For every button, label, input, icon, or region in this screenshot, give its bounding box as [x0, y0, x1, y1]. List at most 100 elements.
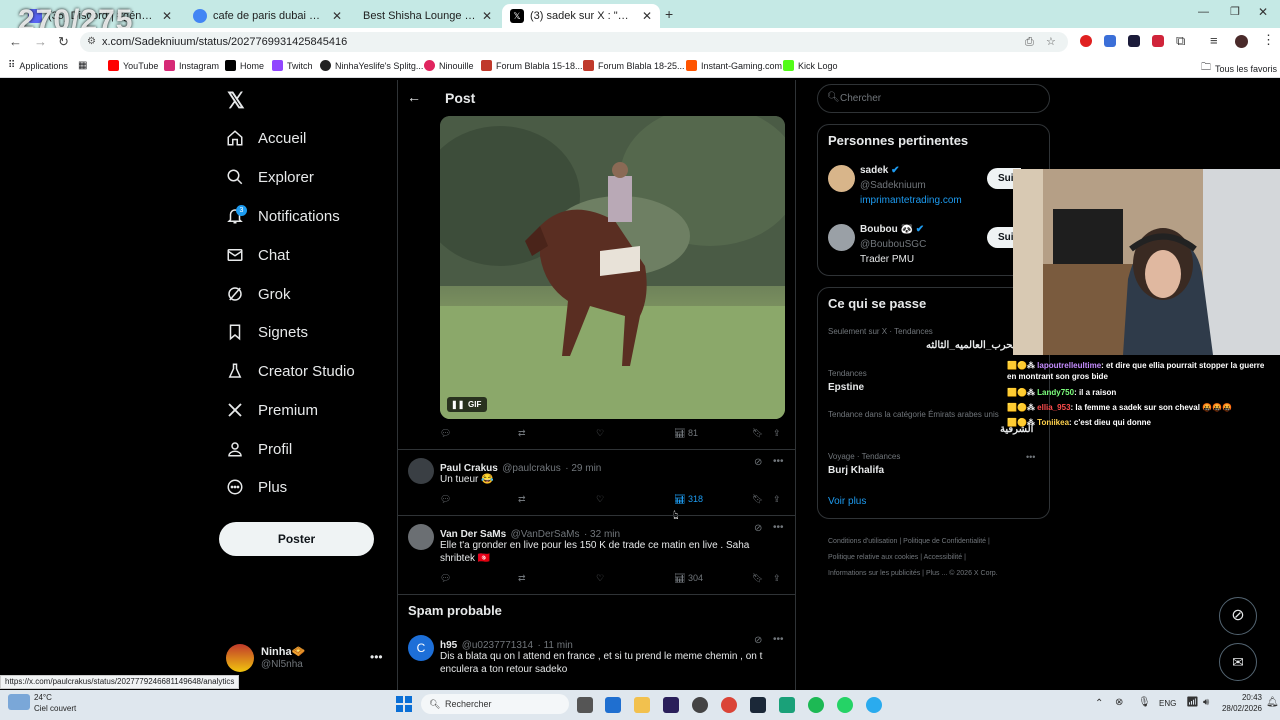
taskbar-search[interactable]: 🔍︎ Rechercher: [421, 694, 569, 714]
bookmark-instant-gaming[interactable]: Instant-Gaming.com: [686, 60, 782, 71]
bookmark-youtube[interactable]: YouTube: [108, 60, 158, 71]
bookmark-action-icon[interactable]: 🔖︎: [752, 428, 763, 439]
like-icon[interactable]: ♡: [596, 428, 604, 439]
nav-profile[interactable]: Profil: [226, 440, 292, 458]
gif-badge[interactable]: ❚❚ GIF: [447, 397, 487, 412]
telegram-icon[interactable]: [866, 697, 882, 713]
bookmark-all-favorites[interactable]: 🗀 Tous les favoris: [1201, 60, 1277, 77]
bookmark-apps[interactable]: ⠿ Applications: [8, 60, 68, 71]
footer-link[interactable]: Accessibilité: [924, 554, 963, 561]
bookmark-action-icon[interactable]: 🔖︎: [752, 494, 763, 505]
pause-icon[interactable]: ❚❚: [451, 397, 464, 412]
extension-icon[interactable]: [1128, 35, 1140, 47]
grok-floating-button[interactable]: ⊘: [1219, 597, 1257, 635]
account-more-icon[interactable]: •••: [370, 650, 383, 664]
notification-bell-icon[interactable]: 🔔︎: [1266, 697, 1279, 708]
puzzle-icon[interactable]: ⧉: [1176, 33, 1185, 49]
bookmark-forum-18-25[interactable]: Forum Blabla 18-25...: [583, 60, 685, 71]
install-icon[interactable]: ⎙: [1025, 32, 1034, 52]
avatar[interactable]: [408, 524, 434, 550]
tweet-gif[interactable]: [440, 116, 785, 419]
retweet-icon[interactable]: ⇄: [518, 494, 526, 505]
close-tab-icon[interactable]: ✕: [642, 9, 652, 23]
like-icon[interactable]: ♡: [596, 573, 604, 584]
show-more-link[interactable]: Voir plus: [828, 496, 866, 507]
more-vertical-icon[interactable]: ⋮: [1262, 32, 1275, 48]
bookmark-home[interactable]: Home: [225, 60, 264, 71]
menu-list-icon[interactable]: ≡: [1210, 33, 1218, 48]
person-bio-link[interactable]: imprimantetrading.com: [860, 195, 962, 206]
share-icon[interactable]: ⇪: [773, 573, 781, 584]
avatar[interactable]: [828, 224, 855, 251]
grok-icon[interactable]: ⊘: [754, 635, 762, 646]
app-icon[interactable]: [692, 697, 708, 713]
nav-more[interactable]: Plus: [226, 478, 287, 496]
person-name[interactable]: Boubou 🐼 ✔: [860, 224, 924, 235]
app-icon[interactable]: [779, 697, 795, 713]
close-tab-icon[interactable]: ✕: [332, 9, 342, 23]
microphone-icon[interactable]: 🎙︎: [1138, 697, 1151, 708]
back-arrow-icon[interactable]: ←: [407, 89, 421, 105]
bookmark-action-icon[interactable]: 🔖︎: [752, 573, 763, 584]
avatar[interactable]: C: [408, 635, 434, 661]
tab-shisha[interactable]: Best Shisha Lounge In Business ✕: [355, 4, 500, 28]
star-icon[interactable]: ☆: [1046, 32, 1056, 52]
views-button[interactable]: 📊︎ 81: [674, 428, 698, 439]
volume-icon[interactable]: 🔊︎: [1203, 697, 1209, 708]
footer-link[interactable]: Politique de Confidentialité: [903, 538, 986, 545]
messages-floating-button[interactable]: ✉: [1219, 643, 1257, 681]
nav-creator-studio[interactable]: Creator Studio: [226, 362, 355, 380]
spotify-icon[interactable]: [808, 697, 824, 713]
person-name[interactable]: sadek ✔: [860, 165, 900, 176]
retweet-icon[interactable]: ⇄: [518, 573, 526, 584]
trend-item[interactable]: Epstine: [828, 382, 864, 393]
nav-chat[interactable]: Chat: [226, 246, 290, 264]
back-icon[interactable]: ←: [9, 34, 22, 49]
trend-item[interactable]: الحرب_العالميه_الثالثه: [926, 340, 1019, 351]
clock-date[interactable]: 28/02/2026: [1218, 704, 1262, 713]
reply-icon[interactable]: 💬︎: [440, 573, 451, 584]
extension-icon[interactable]: [1152, 35, 1164, 47]
reply-icon[interactable]: 💬︎: [440, 428, 451, 439]
windows-start-icon[interactable]: [396, 696, 412, 712]
footer-link[interactable]: Politique relative aux cookies: [828, 554, 918, 561]
bookmark-ninouille[interactable]: Ninouille: [424, 60, 474, 71]
grok-icon[interactable]: ⊘: [754, 523, 762, 534]
more-icon[interactable]: •••: [773, 634, 784, 645]
views-button[interactable]: 📊︎ 318: [674, 494, 703, 505]
minimize-icon[interactable]: —: [1198, 6, 1209, 18]
maximize-icon[interactable]: ❐: [1230, 5, 1240, 18]
search-input[interactable]: 🔍︎ Chercher: [817, 84, 1050, 113]
footer-link[interactable]: Conditions d'utilisation: [828, 538, 897, 545]
nav-bookmarks[interactable]: Signets: [226, 323, 308, 341]
bookmark-splitgate[interactable]: NinhaYeslife's Splitg...: [320, 60, 423, 71]
nav-premium[interactable]: Premium: [226, 401, 318, 419]
extension-icon[interactable]: [1104, 35, 1116, 47]
task-view-icon[interactable]: [577, 697, 593, 713]
new-tab-icon[interactable]: +: [665, 6, 673, 22]
close-tab-icon[interactable]: ✕: [482, 9, 492, 23]
bookmark-forum-15-18[interactable]: Forum Blabla 15-18...: [481, 60, 583, 71]
avatar[interactable]: [828, 165, 855, 192]
weather-icon[interactable]: [8, 694, 30, 710]
bookmark-instagram[interactable]: Instagram: [164, 60, 219, 71]
x-logo-icon[interactable]: 𝕏: [227, 88, 245, 114]
tab-x-active[interactable]: 𝕏 (3) sadek sur X : "On verra bien ✕: [502, 4, 660, 28]
nav-home[interactable]: Accueil: [226, 129, 306, 147]
chrome-icon[interactable]: [721, 697, 737, 713]
grok-icon[interactable]: ⊘: [754, 457, 762, 468]
avatar[interactable]: [408, 458, 434, 484]
url-field[interactable]: ⚙ x.com/Sadekniuum/status/20277699314258…: [80, 32, 1068, 52]
copilot-icon[interactable]: [605, 697, 621, 713]
nav-explore[interactable]: Explorer: [226, 168, 314, 186]
footer-link[interactable]: Plus ...: [926, 570, 947, 577]
reload-icon[interactable]: ↻: [58, 34, 69, 50]
like-icon[interactable]: ♡: [596, 494, 604, 505]
language-indicator[interactable]: ENG: [1159, 699, 1176, 708]
tray-app-icon[interactable]: ⊗: [1115, 697, 1123, 708]
share-icon[interactable]: ⇪: [773, 428, 781, 439]
profile-avatar[interactable]: [1235, 35, 1248, 48]
more-icon[interactable]: •••: [773, 456, 784, 467]
extension-opera-icon[interactable]: [1080, 35, 1092, 47]
steam-icon[interactable]: [750, 697, 766, 713]
